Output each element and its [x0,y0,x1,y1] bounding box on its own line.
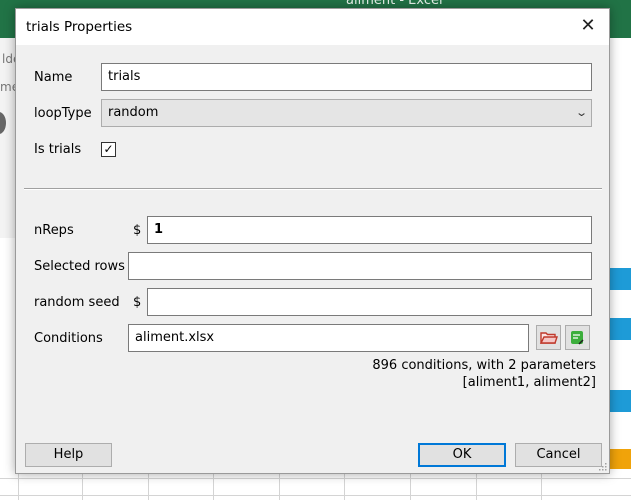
excel-gridline [279,470,280,500]
excel-gridline [0,495,631,496]
nreps-label: nReps [34,223,74,238]
dialog-titlebar[interactable]: trials Properties ✕ [16,9,609,45]
excel-gridline [476,470,477,500]
chevron-down-icon: ⌄ [574,106,588,119]
random-seed-label: random seed [34,295,120,310]
excel-gridline [541,470,542,500]
excel-cell-fill [610,449,631,469]
ok-button[interactable]: OK [418,443,506,467]
edit-conditions-icon [571,331,584,345]
conditions-summary: 896 conditions, with 2 parameters [372,358,596,373]
dialog-title: trials Properties [26,19,133,35]
help-button[interactable]: Help [25,443,112,467]
name-input[interactable]: trials [101,63,592,91]
excel-cell-fill [610,390,631,412]
excel-gridline [82,470,83,500]
excel-gridline [18,470,19,500]
looptype-select[interactable]: random ⌄ [101,99,592,127]
resize-grip-icon[interactable] [597,461,607,471]
trials-properties-dialog: trials Properties ✕ Name trials loopType… [15,8,610,474]
looptype-value: random [108,105,159,120]
looptype-label: loopType [34,106,92,121]
is-trials-label: Is trials [34,142,82,157]
excel-gridline [148,470,149,500]
conditions-label: Conditions [34,331,103,346]
excel-cell-fill [610,318,631,340]
nreps-code-prefix: $ [133,223,142,238]
conditions-parameters: [aliment1, aliment2] [462,375,596,390]
is-trials-checkbox[interactable]: ✓ [101,142,116,157]
separator [24,188,602,190]
excel-gridline [410,470,411,500]
selected-rows-label: Selected rows [34,259,125,274]
excel-cell-fill [610,268,631,290]
name-label: Name [34,70,73,85]
cancel-button[interactable]: Cancel [515,443,602,467]
nreps-input[interactable]: 1 [147,216,592,244]
edit-conditions-button[interactable] [565,325,590,350]
random-seed-input[interactable] [147,288,592,316]
excel-gridline [213,470,214,500]
selected-rows-input[interactable] [128,252,592,280]
excel-gridline [0,478,631,479]
excel-gridline [344,470,345,500]
random-seed-code-prefix: $ [133,295,142,310]
browse-conditions-button[interactable] [536,325,561,350]
excel-window-title: aliment - Excel [346,0,443,8]
close-icon[interactable]: ✕ [577,15,599,37]
folder-open-icon [539,332,558,344]
conditions-file-input[interactable]: aliment.xlsx [128,324,529,352]
